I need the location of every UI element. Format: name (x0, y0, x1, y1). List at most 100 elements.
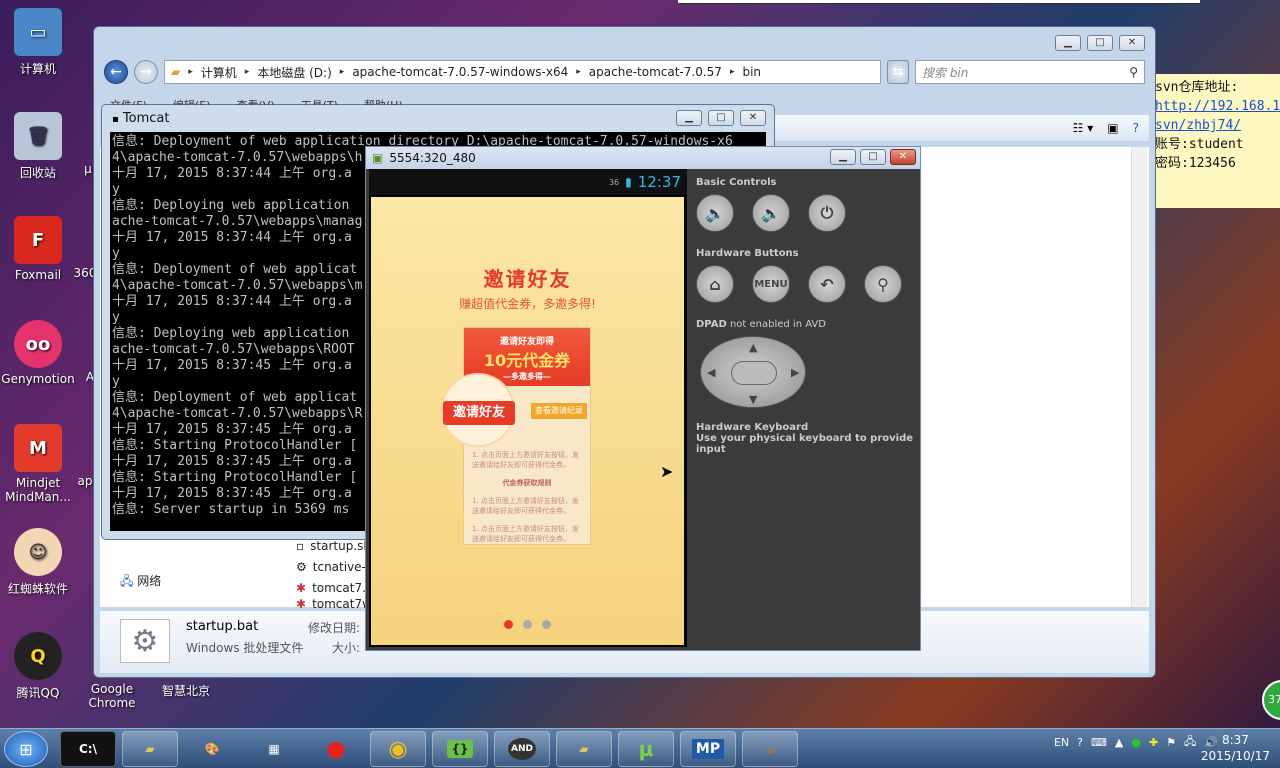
breadcrumb-item[interactable]: 本地磁盘 (D:) (257, 64, 331, 81)
invite-friends-button[interactable]: 邀请好友 (443, 401, 515, 425)
desktop-icon-computer[interactable]: ▭ 计算机 (0, 8, 76, 77)
view-records-button[interactable]: 查看邀请纪录 (531, 403, 587, 419)
desktop-icon-qq[interactable]: Q 腾讯QQ (0, 632, 76, 701)
menu-button[interactable]: MENU (752, 265, 790, 303)
hardware-buttons-label: Hardware Buttons (696, 248, 799, 259)
utorrent-icon: µ (638, 737, 654, 761)
breadcrumb-item[interactable]: apache-tomcat-7.0.57-windows-x64 (352, 65, 568, 79)
app-screen[interactable]: 邀请好友 赚超值代金券，多邀多得! 邀请好友即得 10元代金券 —多邀多得— 邀… (371, 197, 684, 645)
breadcrumb[interactable]: ▰ ▸ 计算机 ▸ 本地磁盘 (D:) ▸ apache-tomcat-7.0.… (164, 60, 881, 84)
note-link[interactable]: svn/zhbj74/ (1155, 116, 1280, 135)
search-icon[interactable]: ⚲ (864, 265, 902, 303)
rule-text: 1. 点击页面上方邀请好友按钮，发送邀请给好友即可获得代金券。 (472, 497, 579, 515)
desktop-icon-mindjet[interactable]: M Mindjet MindMan... (0, 424, 76, 504)
power-icon[interactable]: ⏻ (808, 194, 846, 232)
volume-up-icon[interactable]: 🔊 (752, 194, 790, 232)
taskbar-chrome[interactable]: ◉ (370, 731, 426, 767)
floating-badge[interactable]: 37 (1262, 680, 1280, 720)
clock[interactable]: 8:37 2015/10/17 (1201, 732, 1270, 764)
vertical-scrollbar[interactable] (1131, 147, 1147, 607)
start-button[interactable]: ⊞ (4, 731, 48, 767)
android-emulator-window[interactable]: ▣ 5554:320_480 ▁ □ ✕ 36 ▮ 12:37 邀请好友 赚超值… (365, 146, 921, 651)
dpad-right-icon[interactable]: ▶ (791, 366, 799, 379)
maximize-button[interactable]: □ (708, 110, 734, 126)
dpad-down-icon[interactable]: ▼ (749, 393, 757, 406)
taskbar-calc[interactable]: ▦ (246, 731, 302, 767)
dpad-up-icon[interactable]: ▲ (749, 341, 757, 354)
close-button[interactable]: ✕ (890, 149, 916, 165)
maximize-button[interactable]: □ (860, 149, 886, 165)
forward-button[interactable]: → (134, 60, 158, 84)
dpad-control[interactable]: ▲ ▼ ◀ ▶ (700, 336, 806, 408)
back-button[interactable]: ← (104, 60, 128, 84)
desktop-icon-recycle-bin[interactable]: 🗑 回收站 (0, 112, 76, 181)
input-method-icon[interactable]: ⌨ (1091, 736, 1107, 749)
taskbar-brackets[interactable]: {} (432, 731, 488, 767)
maximize-button[interactable]: □ (1087, 35, 1113, 51)
file-row[interactable]: ✱ tomcat7w (296, 599, 372, 609)
dpad-label: DPAD not enabled in AVD (696, 319, 916, 330)
help-icon[interactable]: ? (1077, 736, 1083, 749)
file-row[interactable]: ✱ tomcat7.e (296, 581, 373, 595)
cmd-icon: C:\ (79, 742, 97, 756)
volume-down-icon[interactable]: 🔈 (696, 194, 734, 232)
tray-expand-icon[interactable]: ▲ (1115, 736, 1123, 749)
note-link[interactable]: http://192.168.1 (1155, 97, 1280, 116)
file-row[interactable]: ▫ startup.sh (296, 539, 371, 553)
desktop-icon-label: 回收站 (19, 166, 56, 180)
breadcrumb-item[interactable]: bin (742, 65, 761, 79)
plus-icon[interactable]: ✚ (1149, 736, 1158, 749)
taskbar-android[interactable]: AND (494, 731, 550, 767)
nav-network[interactable]: 🖧 网络 (120, 572, 161, 593)
desktop-icon-genymotion[interactable]: oo Genymotion (0, 320, 76, 386)
top-window-edge (678, 0, 1200, 4)
green-dot-icon[interactable]: ● (1131, 736, 1141, 749)
taskbar-record[interactable]: ● (308, 731, 364, 767)
details-size-label: 大小: (332, 641, 361, 655)
help-icon[interactable]: ? (1133, 121, 1139, 135)
breadcrumb-item[interactable]: 计算机 (201, 64, 237, 81)
page-dot-active (504, 620, 513, 629)
desktop-icon-zhbj[interactable]: 智慧北京 (148, 682, 224, 699)
taskbar-cmd[interactable]: C:\ (60, 731, 116, 767)
refresh-button[interactable]: ⇆ (887, 60, 909, 84)
phone-display[interactable]: 36 ▮ 12:37 邀请好友 赚超值代金券，多邀多得! 邀请好友即得 10元代… (369, 169, 687, 647)
taskbar-folder[interactable]: ▰ (556, 731, 612, 767)
breadcrumb-item[interactable]: apache-tomcat-7.0.57 (589, 65, 722, 79)
dpad-left-icon[interactable]: ◀ (707, 366, 715, 379)
desktop-icon-label: 智慧北京 (161, 684, 210, 698)
calculator-icon: ▦ (268, 742, 280, 756)
taskbar-utorrent[interactable]: µ (618, 731, 674, 767)
rule-title: 代金券获取规则 (502, 479, 552, 487)
dll-icon: ⚙ (296, 560, 307, 574)
dpad-center[interactable] (731, 361, 777, 385)
desktop-icon-chrome[interactable]: Google Chrome (74, 682, 150, 710)
network-icon[interactable]: 🖧 (1184, 733, 1196, 752)
minimize-button[interactable]: ▁ (1055, 35, 1081, 51)
desktop-icon-foxmail[interactable]: F Foxmail (0, 216, 76, 282)
back-arrow-icon[interactable]: ↶ (808, 265, 846, 303)
home-icon[interactable]: ⌂ (696, 265, 734, 303)
page-dot (523, 620, 532, 629)
close-button[interactable]: ✕ (1119, 35, 1145, 51)
search-input[interactable]: 搜索 bin ⚲ (915, 60, 1145, 84)
file-row[interactable]: ⚙ tcnative-1 (296, 560, 374, 574)
taskbar-explorer[interactable]: ▰ (122, 731, 178, 767)
minimize-button[interactable]: ▁ (830, 149, 856, 165)
taskbar-paint[interactable]: 🎨 (184, 731, 240, 767)
desktop-icon-label: Mindjet MindMan... (5, 476, 71, 504)
minimize-button[interactable]: ▁ (676, 110, 702, 126)
taskbar-mp[interactable]: MP (680, 731, 736, 767)
close-button[interactable]: ✕ (740, 110, 766, 126)
preview-pane-icon[interactable]: ▣ (1107, 121, 1118, 135)
details-file-type: Windows 批处理文件 (186, 641, 304, 655)
desktop-icon-red-spider[interactable]: ☺ 红蜘蛛软件 (0, 528, 76, 597)
language-indicator[interactable]: EN (1054, 736, 1069, 749)
flag-icon[interactable]: ⚑ (1166, 736, 1176, 749)
rule-text: 1. 点击页面上方邀请好友按钮，发送邀请给好友即可获得代金券。 (472, 525, 579, 543)
view-options-icon[interactable]: ☷ ▾ (1073, 121, 1094, 135)
taskbar-java[interactable]: ☕ (742, 731, 798, 767)
dpad-label-rest: not enabled in AVD (726, 319, 826, 330)
folder-icon: ▰ (171, 65, 181, 79)
sticky-note[interactable]: svn仓库地址: http://192.168.1 svn/zhbj74/ 账号… (1155, 74, 1280, 208)
